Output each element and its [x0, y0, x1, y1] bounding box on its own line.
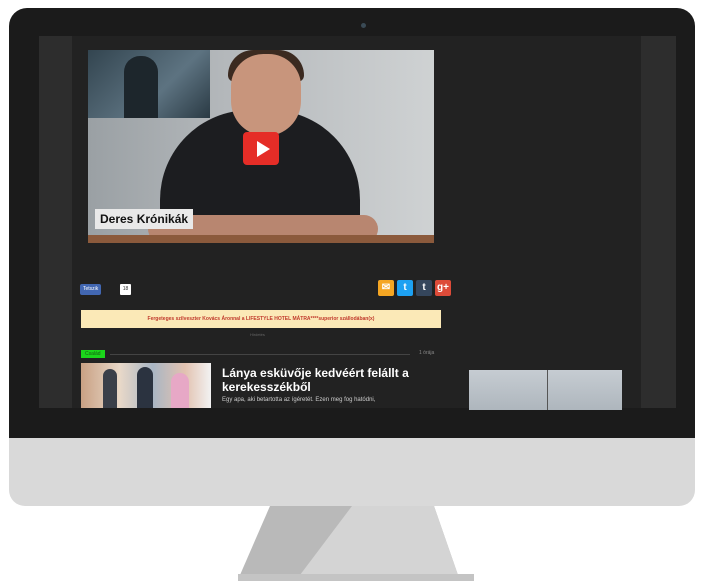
- googleplus-share-icon[interactable]: g+: [435, 280, 451, 296]
- tumblr-share-icon[interactable]: t: [416, 280, 432, 296]
- like-count: 18: [120, 284, 131, 295]
- share-bar: Tetszik 18 ✉ t t g+: [80, 280, 451, 298]
- ad-tag: Hirdetés: [250, 332, 265, 337]
- twitter-share-icon[interactable]: t: [397, 280, 413, 296]
- monitor-chin: [9, 438, 695, 506]
- article-thumbnail[interactable]: [81, 363, 211, 408]
- video-inset-frame: [88, 50, 210, 118]
- category-badge[interactable]: Család: [81, 350, 105, 358]
- facebook-like-button[interactable]: Tetszik: [80, 284, 102, 295]
- sidebar-image[interactable]: [469, 370, 622, 410]
- play-icon[interactable]: [243, 132, 279, 165]
- article-time: 1 órája: [419, 350, 435, 356]
- promo-banner[interactable]: Fergeteges szilveszter Kovács Áronnal a …: [81, 310, 441, 328]
- video-title-label: Deres Krónikák: [95, 209, 194, 229]
- divider: [110, 354, 410, 355]
- video-player[interactable]: Deres Krónikák: [88, 50, 434, 243]
- mail-share-icon[interactable]: ✉: [378, 280, 394, 296]
- camera-icon: [361, 23, 366, 28]
- article-excerpt: Egy apa, aki betartotta az ígéretét. Eze…: [222, 397, 376, 403]
- article-headline[interactable]: Lánya esküvője kedvéért felállt a kereke…: [222, 366, 422, 394]
